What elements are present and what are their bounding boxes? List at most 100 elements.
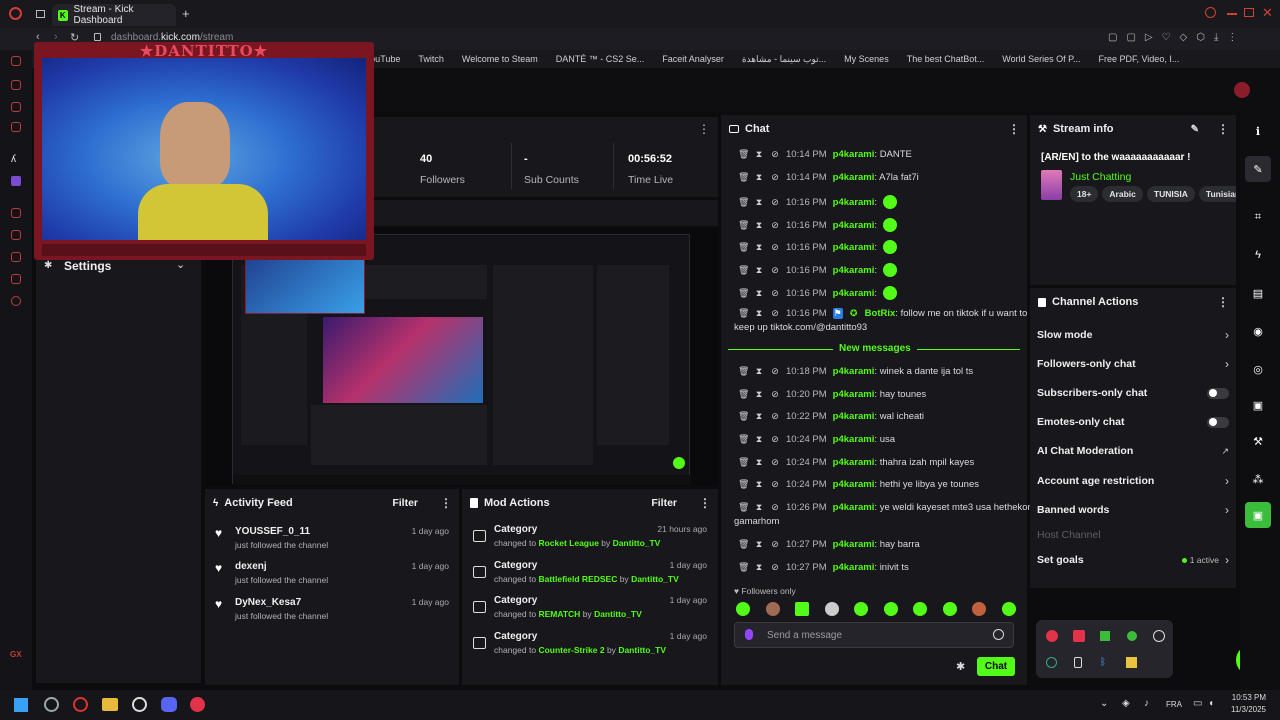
clock-time[interactable]: 10:53 PM	[1230, 693, 1266, 702]
host-channel-row[interactable]: Host Channel	[1037, 527, 1229, 543]
sidebar-instagram-icon[interactable]	[11, 122, 21, 132]
ai-moderation-row[interactable]: AI Chat Moderation ↗	[1037, 443, 1229, 459]
delete-icon[interactable]: 🗑	[738, 539, 749, 550]
chat-message[interactable]: 🗑 ⧗ ⊘ 10:24 PM p4karami: usa	[738, 434, 895, 445]
list-item[interactable]: ♥ DyNex_Kesa7 just followed the channel …	[215, 597, 451, 629]
bookmark-steam[interactable]: Welcome to Steam	[462, 54, 538, 64]
ban-icon[interactable]: ⊘	[770, 562, 780, 573]
tray-nvidia-icon[interactable]	[1100, 631, 1110, 641]
chat-message[interactable]: 🗑 ⧗ ⊘ 10:20 PM p4karami: hay tounes	[738, 389, 926, 400]
chat-message[interactable]: 🗑 ⧗ ⊘ 10:22 PM p4karami: wal icheati	[738, 411, 924, 422]
chat-username[interactable]: p4karami	[833, 411, 875, 422]
timeout-icon[interactable]: ⧗	[754, 502, 764, 513]
ban-icon[interactable]: ⊘	[770, 197, 780, 208]
chat-username[interactable]: p4karami	[833, 502, 875, 513]
settings-label[interactable]: Settings	[64, 259, 111, 273]
emote-3[interactable]	[795, 602, 810, 616]
chat-username[interactable]: p4karami	[833, 562, 875, 573]
tag-tunisia[interactable]: TUNISIA	[1146, 186, 1195, 202]
followers-only-row[interactable]: Followers-only chat ›	[1037, 356, 1229, 372]
layout-icon[interactable]: ▣	[1245, 392, 1271, 418]
ban-icon[interactable]: ⊘	[770, 172, 780, 183]
tray-steam-small-icon[interactable]: ◈	[1122, 698, 1130, 709]
subscribers-only-toggle[interactable]	[1207, 387, 1229, 399]
set-goals-row[interactable]: Set goals 1 active ›	[1037, 552, 1229, 568]
tab-overview-icon[interactable]	[36, 10, 45, 18]
delete-icon[interactable]: 🗑	[738, 242, 749, 253]
account-age-row[interactable]: Account age restriction ›	[1037, 473, 1229, 489]
tray-steam-icon[interactable]	[1153, 630, 1165, 642]
extension-icons[interactable]: ▢▢▷♡◇⬡⤓⋮	[1108, 32, 1246, 43]
taskbar-media-icon[interactable]	[190, 697, 205, 712]
chat-message[interactable]: 🗑 ⧗ ⊘ 10:16 PM p4karami:	[738, 263, 898, 277]
sidebar-aria-icon[interactable]	[11, 56, 21, 66]
chat-username[interactable]: p4karami	[833, 197, 875, 208]
tray-sync-icon[interactable]	[1046, 657, 1057, 668]
mod-action-moderator[interactable]: Dantitto_TV	[631, 574, 679, 584]
sidebar-settings-icon[interactable]	[11, 296, 21, 306]
microphone-icon[interactable]	[745, 629, 753, 640]
sidebar-gx-icon[interactable]: GX	[10, 650, 22, 659]
timeout-icon[interactable]: ⧗	[754, 411, 764, 422]
emote-4[interactable]	[824, 602, 839, 616]
emote-10[interactable]	[1001, 602, 1016, 616]
tray-mic-icon[interactable]: ♪	[1144, 698, 1149, 709]
timeout-icon[interactable]: ⧗	[754, 389, 764, 400]
taskbar-settings-icon[interactable]	[44, 697, 59, 712]
emote-2[interactable]	[765, 602, 780, 616]
delete-icon[interactable]: 🗑	[738, 389, 749, 400]
chat-message[interactable]: 🗑 ⧗ ⊘ 10:16 PM p4karami:	[738, 218, 898, 232]
ban-icon[interactable]: ⊘	[770, 308, 780, 319]
timeout-icon[interactable]: ⧗	[754, 562, 764, 573]
apps-icon[interactable]: ⁂	[1245, 466, 1271, 492]
chat-username[interactable]: p4karami	[833, 366, 875, 377]
chat-username[interactable]: p4karami	[833, 434, 875, 445]
delete-icon[interactable]: 🗑	[738, 149, 749, 160]
chat-message[interactable]: 🗑 ⧗ ⊘ 10:26 PM p4karami: ye weldi kayeset mt…	[738, 502, 1035, 513]
chat-message[interactable]: 🗑 ⧗ ⊘ 10:16 PM p4karami:	[738, 195, 898, 209]
taskbar-obs-icon[interactable]	[132, 697, 147, 712]
stream-preview[interactable]	[205, 228, 718, 486]
ban-icon[interactable]: ⊘	[770, 265, 780, 276]
browser-tab-kick[interactable]: K Stream - Kick Dashboard	[52, 4, 176, 26]
tray-drive-icon[interactable]	[1126, 657, 1137, 668]
timeout-icon[interactable]: ⧗	[754, 434, 764, 445]
chat-username[interactable]: p4karami	[833, 539, 875, 550]
mod-action-value[interactable]: Battlefield REDSEC	[538, 574, 617, 584]
close-icon[interactable]: ✕	[1262, 5, 1273, 21]
sidebar-whatsapp-icon[interactable]	[11, 102, 21, 112]
bookmark-topcinema[interactable]: توب سينما - مشاهدة...	[742, 54, 826, 65]
maximize-icon[interactable]	[1244, 8, 1254, 17]
delete-icon[interactable]: 🗑	[738, 220, 749, 231]
timeout-icon[interactable]: ⧗	[754, 539, 764, 550]
sidebar-messenger-icon[interactable]	[11, 80, 21, 90]
emote-6[interactable]	[883, 602, 898, 616]
green-app-icon[interactable]: ▣	[1245, 502, 1271, 528]
chat-message[interactable]: 🗑 ⧗ ⊘ 10:16 PM ⚑ ✪ BotRix: follow me on tiktok…	[738, 308, 1027, 319]
tray-app2-icon[interactable]	[1127, 631, 1137, 641]
list-item[interactable]: ♥ YOUSSEF_0_11 just followed the channel…	[215, 526, 451, 558]
delete-icon[interactable]: 🗑	[738, 502, 749, 513]
emotes-only-toggle[interactable]	[1207, 416, 1229, 428]
taskbar-opera-icon[interactable]	[73, 697, 88, 712]
scan-icon[interactable]: ⌗	[1245, 204, 1271, 230]
volume-icon[interactable]: ◖	[1208, 698, 1214, 709]
chat-message[interactable]: 🗑 ⧗ ⊘ 10:24 PM p4karami: hethi ye libya ye t…	[738, 479, 979, 490]
timeout-icon[interactable]: ⧗	[754, 265, 764, 276]
bookmark-dante-cs2[interactable]: DANTÉ ™ - CS2 Se...	[556, 54, 645, 64]
timeout-icon[interactable]: ⧗	[754, 288, 764, 299]
chat-username[interactable]: p4karami	[833, 479, 875, 490]
chat-username[interactable]: p4karami	[833, 172, 875, 183]
tag-18plus[interactable]: 18+	[1070, 186, 1099, 202]
sidebar-history-icon[interactable]	[11, 274, 21, 284]
chat-username[interactable]: p4karami	[833, 220, 875, 231]
tools-icon[interactable]: ⚒	[1245, 428, 1271, 454]
chat-message[interactable]: 🗑 ⧗ ⊘ 10:14 PM p4karami: A7la fat7i	[738, 172, 919, 183]
tray-bluetooth-icon[interactable]: ᛒ	[1100, 657, 1106, 668]
network-icon[interactable]: ▭	[1193, 698, 1202, 709]
list-item[interactable]: Category changed to Counter-Strike 2 by D…	[471, 631, 711, 661]
timeout-icon[interactable]: ⧗	[754, 197, 764, 208]
timeout-icon[interactable]: ⧗	[754, 479, 764, 490]
timeout-icon[interactable]: ⧗	[754, 308, 764, 319]
chat-username[interactable]: p4karami	[833, 288, 875, 299]
